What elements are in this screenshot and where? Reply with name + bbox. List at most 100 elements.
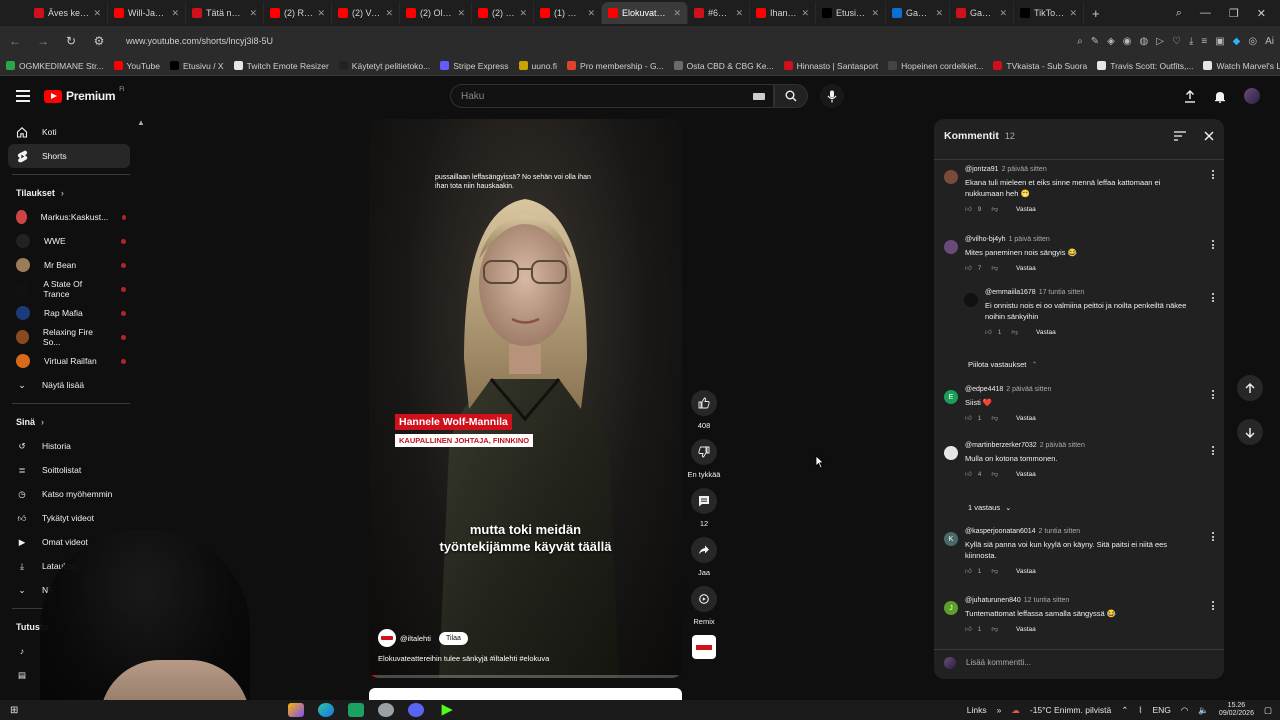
comment-dislike-icon[interactable]: 👎︎: [991, 625, 998, 633]
reload-icon[interactable]: ↻: [62, 34, 80, 48]
subscription-item[interactable]: Rap Mafia: [0, 301, 146, 325]
network-icon[interactable]: ⌇: [1138, 705, 1142, 716]
comment-more-icon[interactable]: [1208, 240, 1218, 249]
comment-time[interactable]: 12 tuntia sitten: [1024, 597, 1070, 604]
commenter-avatar[interactable]: [944, 240, 958, 254]
comment-time[interactable]: 2 päivää sitten: [1002, 166, 1047, 173]
comment-like-icon[interactable]: 👍︎: [985, 328, 992, 336]
close-tab-icon[interactable]: ✕: [587, 8, 595, 19]
comment-more-icon[interactable]: [1208, 390, 1218, 399]
sidebar-item-playlist[interactable]: ≣ Soittolistat: [0, 458, 146, 482]
comment-more-icon[interactable]: [1208, 170, 1218, 179]
comment-time[interactable]: 2 tuntia sitten: [1039, 528, 1081, 535]
close-tab-icon[interactable]: ✕: [249, 8, 257, 19]
bookmark-item[interactable]: uuno.fi: [518, 61, 557, 71]
comment-time[interactable]: 17 tuntia sitten: [1039, 289, 1085, 296]
close-tab-icon[interactable]: ✕: [871, 8, 879, 19]
add-comment-field[interactable]: Lisää kommentti...: [934, 649, 1224, 675]
browser-tab[interactable]: (2) Naisleij ✕: [472, 2, 534, 24]
bookmark-item[interactable]: TVkaista - Sub Suora: [993, 61, 1087, 71]
subscription-item[interactable]: Mr Bean: [0, 253, 146, 277]
reply-button[interactable]: Vastaa: [1016, 568, 1036, 575]
links-toolbar[interactable]: Links: [967, 705, 987, 715]
search-input[interactable]: Haku: [450, 84, 774, 108]
comment-dislike-icon[interactable]: 👎︎: [1011, 328, 1018, 336]
search-button[interactable]: [774, 84, 808, 108]
language-indicator[interactable]: ENG: [1152, 705, 1170, 715]
shorts-video-player[interactable]: pussaillaan leffasängyissä? No sehän voi…: [369, 119, 682, 678]
comment-author[interactable]: @kasperjoonatan6014: [965, 528, 1036, 535]
subscription-item[interactable]: WWE: [0, 229, 146, 253]
sidebar-scroll-up-icon[interactable]: ▲: [137, 118, 145, 127]
close-tab-icon[interactable]: ✕: [457, 8, 465, 19]
comment-like-icon[interactable]: 👍︎: [965, 205, 972, 213]
browser-tab[interactable]: Tätä näyttää S ✕: [186, 2, 264, 24]
youtube-logo[interactable]: Premium FI: [44, 87, 125, 103]
bookmark-item[interactable]: Travis Scott: Outfits,...: [1097, 61, 1193, 71]
commenter-avatar[interactable]: [944, 446, 958, 460]
commenter-avatar[interactable]: J: [944, 601, 958, 615]
close-window-icon[interactable]: ✕: [1257, 7, 1266, 20]
browser-tab[interactable]: #68 Sanna Uk✕: [688, 2, 750, 24]
comment-more-icon[interactable]: [1208, 293, 1218, 302]
notifications-icon[interactable]: ▢: [1264, 705, 1272, 716]
wifi-icon[interactable]: ◠: [1181, 705, 1188, 716]
comment-dislike-icon[interactable]: 👎︎: [991, 264, 998, 272]
comment-like-icon[interactable]: 👍︎: [965, 567, 972, 575]
url-field[interactable]: www.youtube.com/shorts/lncyj3i8-5U: [126, 36, 273, 46]
wallet-icon[interactable]: ▣: [1215, 36, 1224, 47]
extension-icon[interactable]: ◆: [1233, 36, 1241, 47]
subscription-item[interactable]: A State Of Trance: [0, 277, 146, 301]
edit-icon[interactable]: ✎: [1091, 36, 1099, 47]
comment-more-icon[interactable]: [1208, 446, 1218, 455]
sidebar-item-history[interactable]: ↺ Historia: [0, 434, 146, 458]
menu-icon[interactable]: ≡: [1201, 36, 1207, 47]
taskbar-app-icon[interactable]: [378, 703, 395, 717]
bookmark-item[interactable]: Twitch Emote Resizer: [233, 61, 329, 71]
edge-browser-icon[interactable]: [318, 703, 335, 717]
taskbar-app-icon[interactable]: [441, 704, 453, 716]
bookmark-item[interactable]: Hinnasto | Santasport: [783, 61, 878, 71]
heart-icon[interactable]: ♡: [1172, 36, 1181, 47]
close-tab-icon[interactable]: ✕: [317, 8, 325, 19]
chevron-up-icon[interactable]: ⌃: [1121, 705, 1128, 716]
sound-thumbnail[interactable]: [692, 635, 716, 659]
sidebar-item-like[interactable]: 👍︎ Tykätyt videot: [0, 506, 146, 530]
video-description[interactable]: Elokuvateattereihin tulee sänkyjä #iltal…: [378, 654, 549, 663]
comment-like-icon[interactable]: 👍︎: [965, 414, 972, 422]
upload-icon[interactable]: [1184, 89, 1196, 103]
subscribe-button[interactable]: Tilaa: [438, 631, 468, 645]
clock[interactable]: 15.26 09/02/2026: [1219, 702, 1254, 718]
channel-name[interactable]: @iltalehti: [400, 634, 431, 643]
zoom-icon[interactable]: ⌕: [1077, 36, 1083, 47]
back-icon[interactable]: ←: [6, 34, 24, 48]
site-info-icon[interactable]: ⚙: [90, 34, 108, 48]
reply-button[interactable]: Vastaa: [1036, 329, 1056, 336]
comment-author[interactable]: @vilho-bj4yh: [965, 236, 1006, 243]
extension-icon[interactable]: ◎: [1248, 36, 1257, 47]
volume-icon[interactable]: 🔈: [1198, 705, 1209, 716]
comment-like-icon[interactable]: 👍︎: [965, 264, 972, 272]
download-icon[interactable]: ⤓: [1189, 36, 1193, 47]
show-more-button[interactable]: ⌄ Näytä lisää: [0, 373, 146, 397]
comment-author[interactable]: @martinberzerker7032: [965, 442, 1037, 449]
comment-time[interactable]: 2 päivää sitten: [1040, 442, 1085, 449]
bookmark-item[interactable]: Pro membership - G...: [567, 61, 664, 71]
new-tab-icon[interactable]: +: [1092, 6, 1100, 21]
share-button[interactable]: Jaa: [684, 537, 724, 577]
close-tab-icon[interactable]: ✕: [385, 8, 393, 19]
extension-icon[interactable]: ◈: [1107, 36, 1115, 47]
comment-author[interactable]: @edpe4418: [965, 386, 1003, 393]
comment-dislike-icon[interactable]: 👎︎: [991, 470, 998, 478]
bookmark-item[interactable]: Watch Marvel's Luk...: [1203, 61, 1280, 71]
keyboard-icon[interactable]: [753, 93, 765, 100]
remix-button[interactable]: Remix: [684, 586, 724, 626]
sidebar-item-home[interactable]: Koti: [0, 120, 146, 144]
comment-dislike-icon[interactable]: 👎︎: [991, 414, 998, 422]
close-tab-icon[interactable]: ✕: [1069, 8, 1077, 19]
commenter-avatar[interactable]: [964, 293, 978, 307]
comment-author[interactable]: @emmaiila1678: [985, 289, 1036, 296]
browser-tab[interactable]: Etusivu / X ✕: [816, 2, 886, 24]
reply-button[interactable]: Vastaa: [1016, 265, 1036, 272]
close-tab-icon[interactable]: ✕: [93, 8, 101, 19]
